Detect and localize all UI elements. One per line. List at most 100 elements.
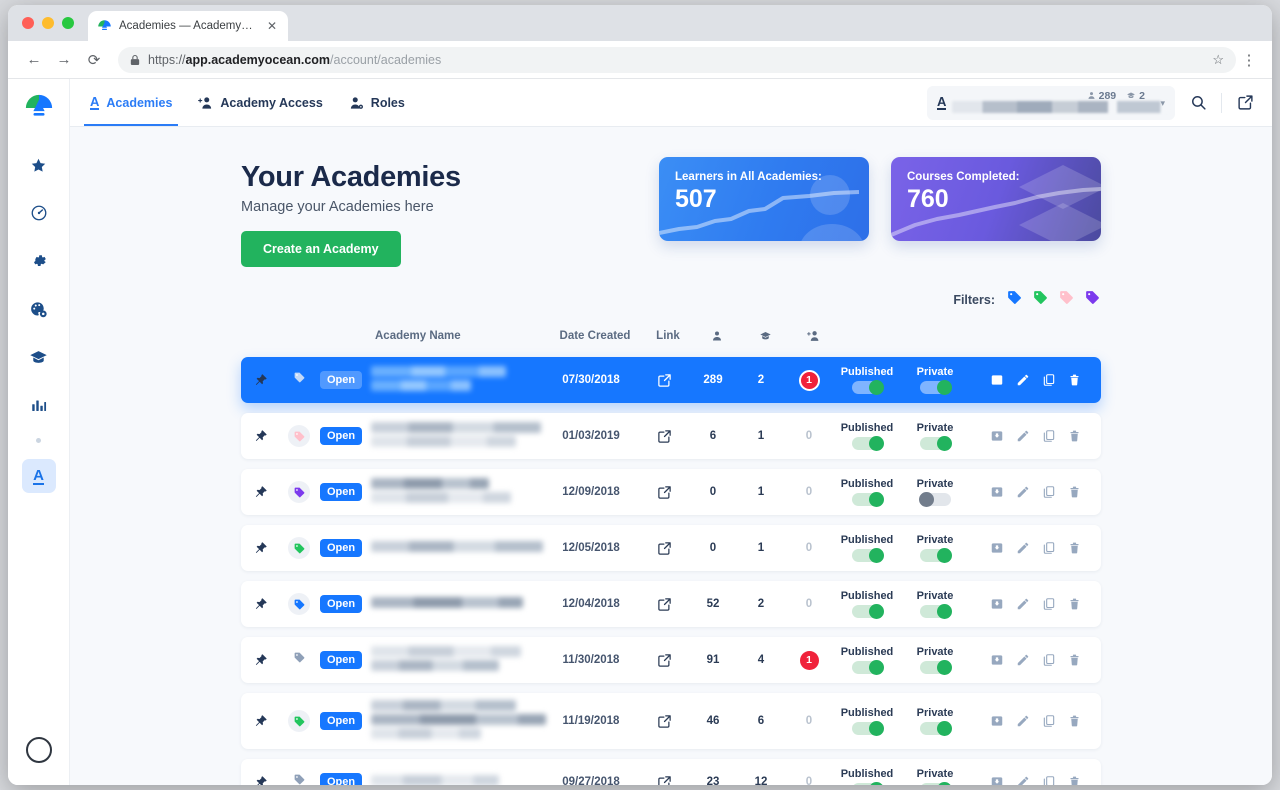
open-link-icon[interactable] xyxy=(639,714,689,729)
sidebar-logo[interactable] xyxy=(24,93,54,128)
pin-icon[interactable] xyxy=(241,597,281,611)
row-tag[interactable] xyxy=(293,773,306,785)
search-icon[interactable] xyxy=(1185,90,1211,116)
private-toggle[interactable]: Private xyxy=(901,422,969,451)
duplicate-icon[interactable] xyxy=(1042,597,1056,611)
table-row[interactable]: Open 12/09/2018 0 1 0 Published Private xyxy=(241,469,1101,515)
filter-tag-green[interactable] xyxy=(1032,289,1049,311)
bookmark-star-icon[interactable]: ☆ xyxy=(1212,52,1224,68)
published-toggle[interactable]: Published xyxy=(833,768,901,785)
published-toggle-switch[interactable] xyxy=(851,436,884,451)
column-header-link[interactable]: Link xyxy=(643,330,693,342)
archive-icon[interactable] xyxy=(990,373,1004,387)
sidebar-item-academies[interactable]: A xyxy=(21,459,56,493)
avatar[interactable] xyxy=(25,737,52,763)
published-toggle-switch[interactable] xyxy=(851,604,884,619)
sidebar-item-analytics[interactable] xyxy=(22,388,56,422)
sidebar-item-appearance[interactable] xyxy=(22,292,56,326)
private-toggle-switch[interactable] xyxy=(919,782,952,785)
open-button[interactable]: Open xyxy=(319,594,363,614)
edit-pencil-icon[interactable] xyxy=(1016,373,1030,387)
edit-pencil-icon[interactable] xyxy=(1016,541,1030,555)
tab-academy-access[interactable]: Academy Access xyxy=(198,79,323,126)
address-bar[interactable]: https://app.academyocean.com/account/aca… xyxy=(118,46,1236,73)
private-toggle[interactable]: Private xyxy=(901,478,969,507)
open-button[interactable]: Open xyxy=(319,772,363,785)
private-toggle-switch[interactable] xyxy=(919,604,952,619)
published-toggle[interactable]: Published xyxy=(833,590,901,619)
table-row[interactable]: Open 12/05/2018 0 1 0 Published Private xyxy=(241,525,1101,571)
archive-icon[interactable] xyxy=(990,485,1004,499)
pin-icon[interactable] xyxy=(241,429,281,443)
table-row[interactable]: Open 07/30/2018 289 2 1 Published Private xyxy=(241,357,1101,403)
table-row[interactable]: Open 11/30/2018 91 4 1 Published Private xyxy=(241,637,1101,683)
delete-trash-icon[interactable] xyxy=(1068,597,1081,611)
duplicate-icon[interactable] xyxy=(1042,541,1056,555)
open-link-icon[interactable] xyxy=(639,373,689,388)
account-selector[interactable]: A 289 2 ▾ xyxy=(927,85,1175,120)
tab-close-icon[interactable]: ✕ xyxy=(265,20,279,32)
tab-roles[interactable]: Roles xyxy=(349,79,405,126)
close-window-button[interactable] xyxy=(22,17,34,29)
pin-icon[interactable] xyxy=(241,541,281,555)
back-button[interactable]: ← xyxy=(20,46,48,74)
table-row[interactable]: Open 11/19/2018 46 6 0 Published Private xyxy=(241,693,1101,749)
private-toggle[interactable]: Private xyxy=(901,707,969,736)
open-button[interactable]: Open xyxy=(319,482,363,502)
edit-pencil-icon[interactable] xyxy=(1016,429,1030,443)
private-toggle-switch[interactable] xyxy=(919,548,952,563)
row-tag[interactable] xyxy=(288,481,310,503)
create-academy-button[interactable]: Create an Academy xyxy=(241,231,401,267)
external-link-icon[interactable] xyxy=(1232,90,1258,116)
published-toggle-switch[interactable] xyxy=(851,380,884,395)
column-header-courses[interactable] xyxy=(741,330,789,342)
edit-pencil-icon[interactable] xyxy=(1016,653,1030,667)
delete-trash-icon[interactable] xyxy=(1068,373,1081,387)
edit-pencil-icon[interactable] xyxy=(1016,597,1030,611)
archive-icon[interactable] xyxy=(990,775,1004,785)
duplicate-icon[interactable] xyxy=(1042,373,1056,387)
published-toggle-switch[interactable] xyxy=(851,721,884,736)
edit-pencil-icon[interactable] xyxy=(1016,485,1030,499)
maximize-window-button[interactable] xyxy=(62,17,74,29)
filter-tag-purple[interactable] xyxy=(1084,289,1101,311)
duplicate-icon[interactable] xyxy=(1042,485,1056,499)
open-button[interactable]: Open xyxy=(319,426,363,446)
private-toggle[interactable]: Private xyxy=(901,534,969,563)
pin-icon[interactable] xyxy=(241,653,281,667)
browser-menu-icon[interactable]: ⋮ xyxy=(1238,51,1260,69)
private-toggle-switch[interactable] xyxy=(919,721,952,736)
duplicate-icon[interactable] xyxy=(1042,653,1056,667)
delete-trash-icon[interactable] xyxy=(1068,714,1081,728)
sidebar-item-learning[interactable] xyxy=(22,340,56,374)
published-toggle-switch[interactable] xyxy=(851,782,884,785)
archive-icon[interactable] xyxy=(990,714,1004,728)
sidebar-item-dashboard[interactable] xyxy=(22,196,56,230)
forward-button[interactable]: → xyxy=(50,46,78,74)
minimize-window-button[interactable] xyxy=(42,17,54,29)
open-button[interactable]: Open xyxy=(319,650,363,670)
delete-trash-icon[interactable] xyxy=(1068,653,1081,667)
row-tag[interactable] xyxy=(288,537,310,559)
published-toggle-switch[interactable] xyxy=(851,492,884,507)
sidebar-item-settings[interactable] xyxy=(22,244,56,278)
private-toggle-switch[interactable] xyxy=(918,492,951,507)
table-row[interactable]: Open 12/04/2018 52 2 0 Published Private xyxy=(241,581,1101,627)
published-toggle[interactable]: Published xyxy=(833,366,901,395)
pin-icon[interactable] xyxy=(241,775,281,785)
published-toggle[interactable]: Published xyxy=(833,422,901,451)
column-header-learners[interactable] xyxy=(693,330,741,342)
archive-icon[interactable] xyxy=(990,429,1004,443)
table-row[interactable]: Open 09/27/2018 23 12 0 Published Private xyxy=(241,759,1101,785)
delete-trash-icon[interactable] xyxy=(1068,775,1081,785)
tab-academies[interactable]: A Academies xyxy=(83,79,179,126)
private-toggle[interactable]: Private xyxy=(901,590,969,619)
published-toggle-switch[interactable] xyxy=(851,548,884,563)
private-toggle-switch[interactable] xyxy=(919,380,952,395)
delete-trash-icon[interactable] xyxy=(1068,429,1081,443)
published-toggle[interactable]: Published xyxy=(833,478,901,507)
archive-icon[interactable] xyxy=(990,597,1004,611)
pin-icon[interactable] xyxy=(241,714,281,728)
row-tag[interactable] xyxy=(288,425,310,447)
filter-tag-pink[interactable] xyxy=(1058,289,1075,311)
